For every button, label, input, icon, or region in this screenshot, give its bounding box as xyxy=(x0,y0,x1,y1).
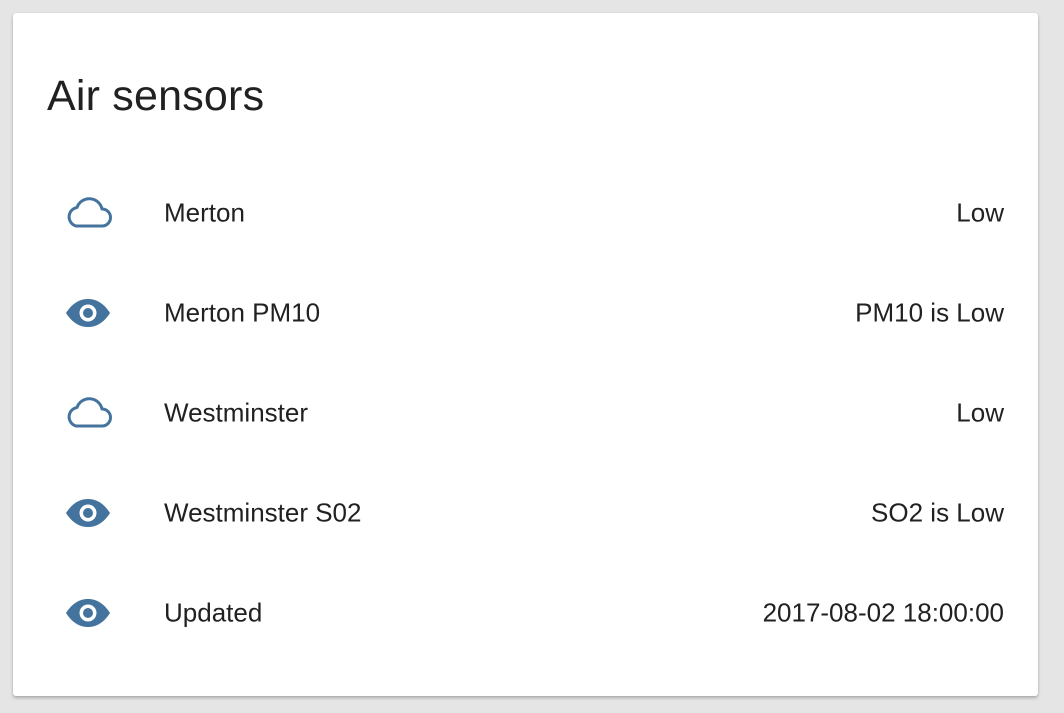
sensor-list: Merton Low Merton PM10 PM10 is Low Westm… xyxy=(13,163,1038,663)
cloud-icon xyxy=(63,196,113,230)
sensor-row-merton[interactable]: Merton Low xyxy=(13,163,1038,263)
air-sensors-card: Air sensors Merton Low Merton PM10 PM10 … xyxy=(13,13,1038,696)
sensor-row-westminster-s02[interactable]: Westminster S02 SO2 is Low xyxy=(13,463,1038,563)
sensor-state: SO2 is Low xyxy=(871,497,1004,528)
sensor-state: Low xyxy=(956,397,1004,428)
sensor-state: PM10 is Low xyxy=(855,297,1004,328)
card-title: Air sensors xyxy=(47,72,265,120)
sensor-row-updated[interactable]: Updated 2017-08-02 18:00:00 xyxy=(13,563,1038,663)
sensor-name: Merton xyxy=(164,197,245,228)
sensor-state: Low xyxy=(956,197,1004,228)
sensor-name: Updated xyxy=(164,597,263,628)
eye-icon xyxy=(63,496,113,530)
sensor-name: Merton PM10 xyxy=(164,297,321,328)
sensor-row-westminster[interactable]: Westminster Low xyxy=(13,363,1038,463)
cloud-icon xyxy=(63,396,113,430)
eye-icon xyxy=(63,296,113,330)
sensor-name: Westminster xyxy=(164,397,308,428)
sensor-row-merton-pm10[interactable]: Merton PM10 PM10 is Low xyxy=(13,263,1038,363)
sensor-name: Westminster S02 xyxy=(164,497,362,528)
eye-icon xyxy=(63,596,113,630)
sensor-state: 2017-08-02 18:00:00 xyxy=(762,597,1004,628)
